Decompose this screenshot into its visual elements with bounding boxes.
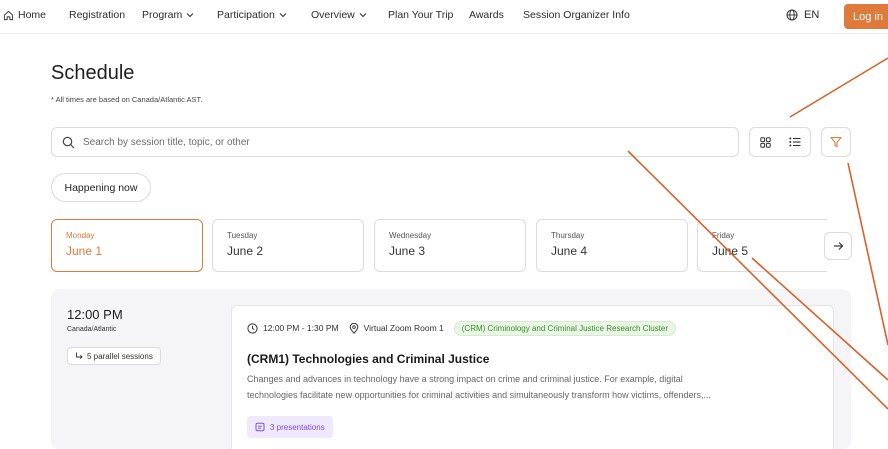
filter-icon [830,136,842,148]
location-pin-icon [349,322,359,334]
nav-home-label: Home [18,9,47,21]
presentations-label: 3 presentations [270,422,325,432]
research-cluster-tag[interactable]: (CRM) Criminology and Criminal Justice R… [453,320,677,336]
return-arrow-icon [75,352,83,360]
list-icon [789,137,801,147]
page-title: Schedule [51,62,135,84]
chevron-down-icon [279,9,287,21]
nav-label: Awards [469,9,504,21]
description-line: Changes and advances in technology have … [247,374,683,384]
annotation-line [789,57,888,118]
day-tab-thursday[interactable]: Thursday June 4 [536,219,688,272]
login-button[interactable]: Log in [844,4,888,29]
view-toggle [749,127,811,157]
language-label: EN [804,9,820,21]
parallel-sessions-label: 5 parallel sessions [87,351,153,361]
slot-time: 12:00 PM [67,307,123,322]
search-icon [62,136,75,149]
arrow-right-icon [833,241,844,251]
clock-icon [247,322,258,334]
day-date: June 1 [66,244,103,258]
nav-overview[interactable]: Overview [311,0,367,30]
day-date: June 2 [227,244,264,258]
day-name: Wednesday [389,231,432,240]
top-nav: Home Registration Program Participation … [0,0,888,34]
day-tab-monday[interactable]: Monday June 1 [51,219,203,272]
presentations-badge[interactable]: 3 presentations [247,416,333,438]
day-tab-friday[interactable]: Friday June 5 [697,219,827,272]
nav-label: Program [142,9,183,21]
session-title[interactable]: (CRM1) Technologies and Criminal Justice [247,352,489,366]
day-date: June 3 [389,244,426,258]
session-time: 12:00 PM - 1:30 PM [263,323,339,333]
chevron-down-icon [186,9,194,21]
happening-now-button[interactable]: Happening now [51,173,151,202]
filter-button[interactable] [821,127,851,157]
chevron-down-icon [359,9,367,21]
grid-icon [759,136,771,148]
nav-session-organizer-info[interactable]: Session Organizer Info [523,0,630,30]
nav-registration[interactable]: Registration [69,0,125,30]
day-date: June 4 [551,244,588,258]
session-description: Changes and advances in technology have … [247,371,822,403]
nav-program[interactable]: Program [142,0,194,30]
globe-icon [786,9,804,21]
day-tab-wednesday[interactable]: Wednesday June 3 [374,219,526,272]
parallel-sessions-badge[interactable]: 5 parallel sessions [67,347,161,365]
day-date: June 5 [712,244,749,258]
timezone-note: * All times are based on Canada/Atlantic… [51,95,203,104]
list-view-button[interactable] [780,128,810,156]
session-room: Virtual Zoom Room 1 [363,323,444,333]
slot-timezone: Canada/Atlantic [67,326,117,333]
day-name: Friday [712,231,735,240]
day-tab-tuesday[interactable]: Tuesday June 2 [212,219,364,272]
nav-awards[interactable]: Awards [469,0,504,30]
nav-label: Overview [311,9,355,21]
home-icon [3,10,14,21]
day-name: Tuesday [227,231,258,240]
annotation-line [847,162,888,346]
nav-label: Participation [217,9,275,21]
nav-label: Plan Your Trip [388,9,454,21]
nav-home[interactable]: Home [3,0,46,30]
search-box [51,127,739,157]
description-line: technologies facilitate new opportunitie… [247,390,712,400]
grid-view-button[interactable] [750,128,780,156]
day-name: Thursday [551,231,585,240]
nav-plan-your-trip[interactable]: Plan Your Trip [388,0,453,30]
search-input[interactable] [83,136,683,148]
next-days-button[interactable] [824,232,852,260]
nav-label: Session Organizer Info [523,9,630,21]
nav-label: Registration [69,9,126,21]
presentation-icon [255,422,270,432]
language-selector[interactable]: EN [786,0,819,30]
day-name: Monday [66,231,95,240]
nav-participation[interactable]: Participation [217,0,287,30]
session-meta: 12:00 PM - 1:30 PM Virtual Zoom Room 1 (… [247,320,677,336]
